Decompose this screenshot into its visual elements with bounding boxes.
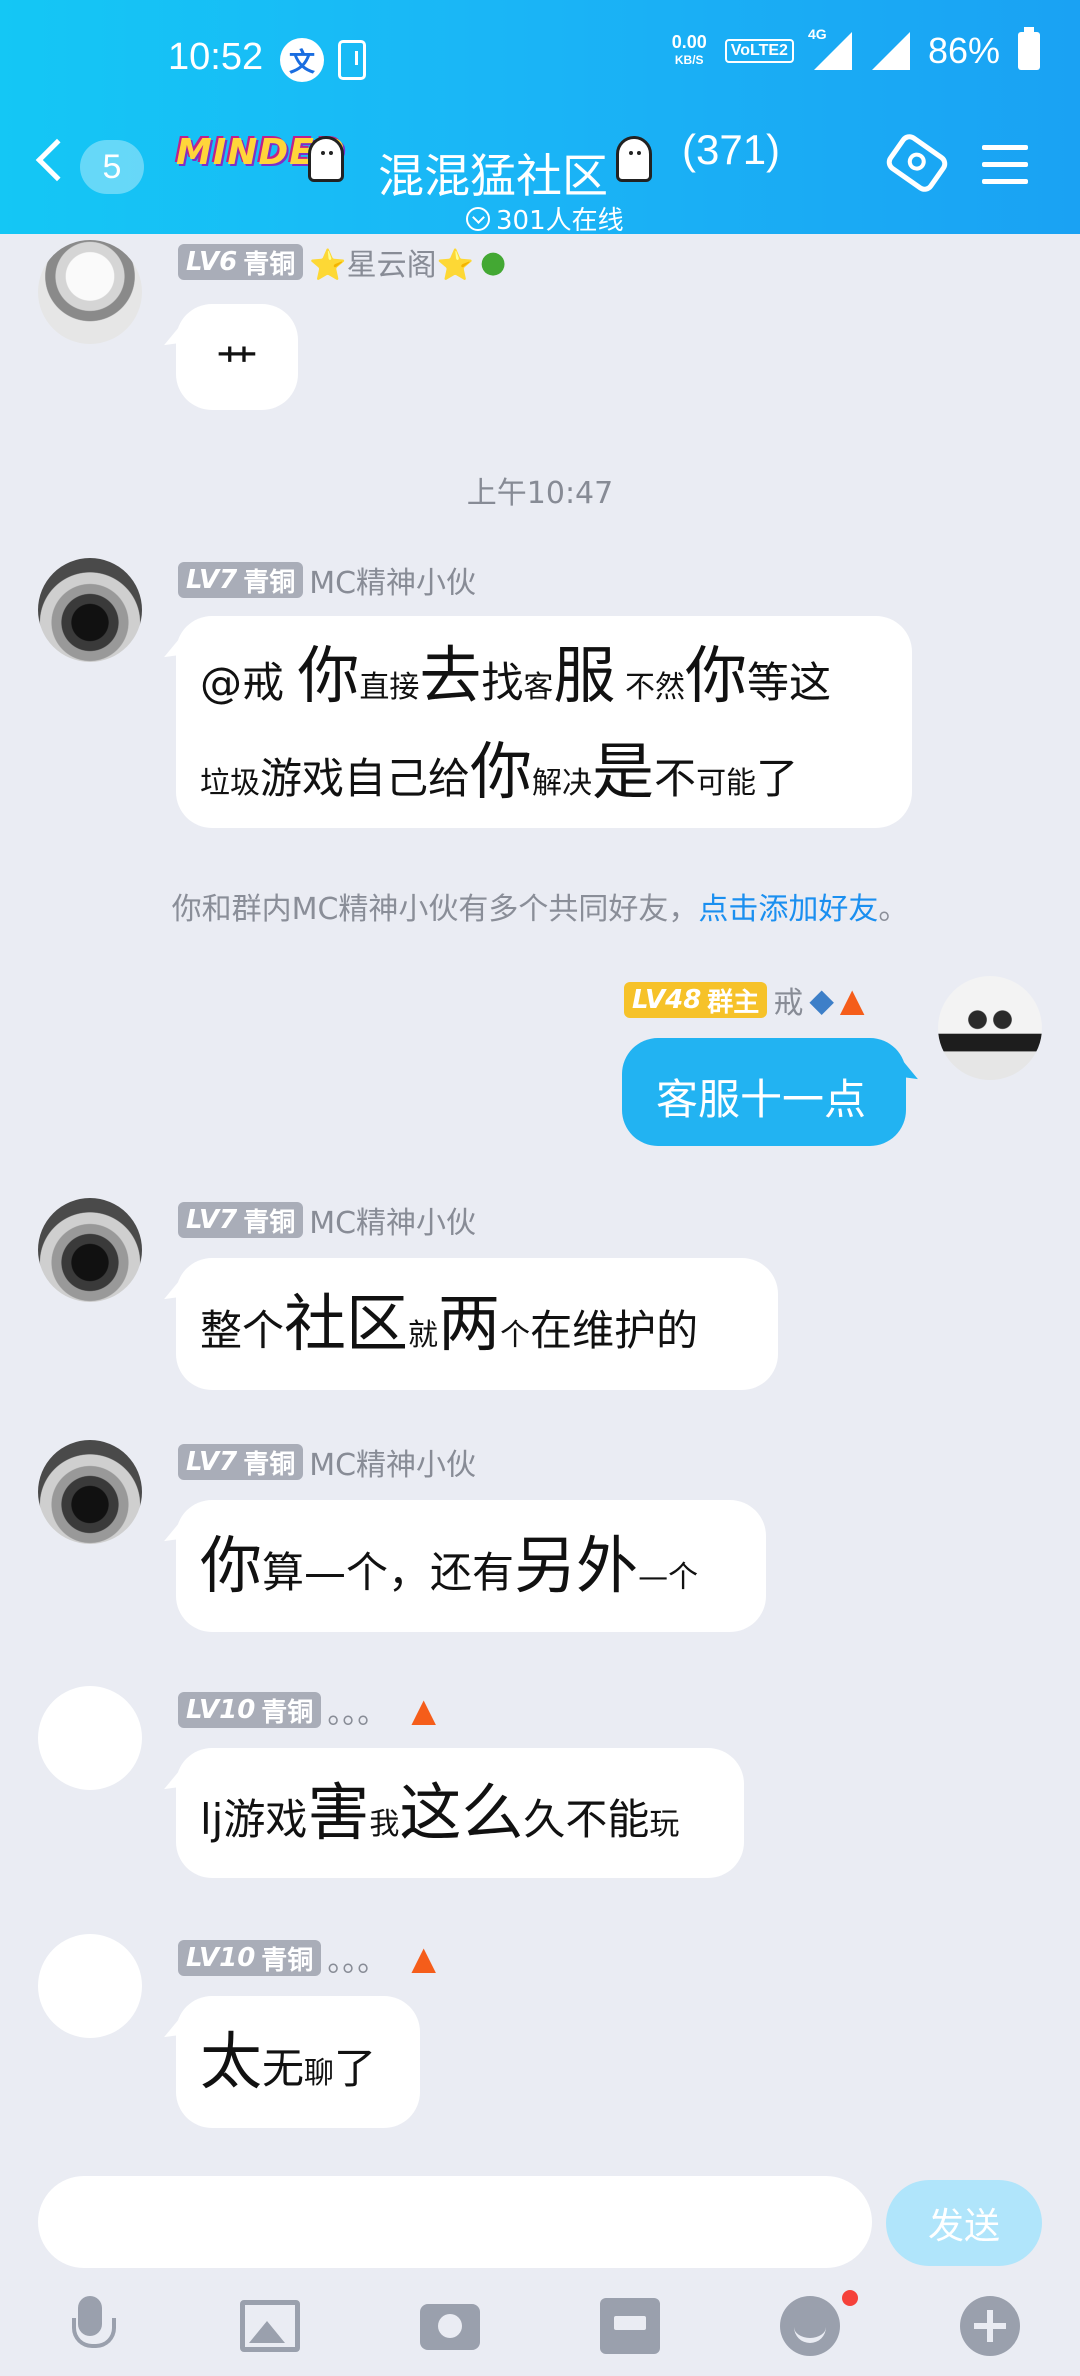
sender-name[interactable]: MC精神小伙 (309, 558, 476, 602)
avatar[interactable] (38, 1440, 142, 1544)
message-line: 垃圾游戏自己给你解决是不可能了 (200, 735, 799, 808)
signal-icon-2 (870, 32, 910, 70)
level-badge: LV7 青铜 (178, 562, 304, 598)
unread-badge[interactable]: 5 (80, 140, 144, 194)
online-count[interactable]: 301人在线 (466, 200, 624, 237)
netspeed-value: 0.00 (671, 32, 707, 52)
level-badge: LV48 群主 (624, 982, 768, 1018)
signal-icon: 4G (808, 26, 852, 70)
sender-meta: LV7 青铜 MC精神小伙 (178, 1440, 476, 1484)
fire-icon: ▲ (411, 1939, 436, 1977)
ghost-icon (308, 136, 344, 182)
battery-percent: 86% (927, 30, 1000, 71)
sender-meta: LV7 青铜 MC精神小伙 (178, 558, 476, 602)
sender-meta: LV10 青铜 。。。 ▲ (178, 1936, 436, 1980)
avatar[interactable] (38, 1934, 142, 2038)
sender-name[interactable]: MC精神小伙 (309, 1440, 476, 1484)
fire-icon: ▲ (839, 981, 865, 1019)
avatar[interactable] (38, 558, 142, 662)
message-bubble[interactable]: 艹 (176, 304, 299, 410)
sender-meta: LV10 青铜 。。。 ▲ (178, 1688, 436, 1732)
netspeed: 0.00 KB/S (672, 33, 707, 69)
network-type: 4G (807, 26, 827, 42)
message-bubble[interactable]: 客服十一点 (622, 1038, 906, 1146)
add-friend-link[interactable]: 点击添加好友 (698, 892, 878, 927)
tag-icon[interactable] (882, 130, 952, 196)
level-badge: LV10 青铜 (178, 1940, 322, 1976)
sender-meta: LV7 青铜 MC精神小伙 (178, 1198, 476, 1242)
member-count[interactable]: (371) (682, 126, 780, 174)
timestamp: 上午10:47 (466, 476, 614, 511)
netspeed-unit: KB/S (674, 53, 704, 67)
chevron-down-icon (466, 206, 490, 231)
avatar[interactable] (38, 240, 142, 344)
friend-notice: 你和群内MC精神小伙有多个共同好友，点击添加好友。 (171, 892, 909, 927)
avatar[interactable] (938, 976, 1042, 1080)
sender-name[interactable]: 戒 (773, 978, 803, 1022)
level-badge: LV7 青铜 (178, 1444, 304, 1480)
group-title[interactable]: 混混猛社区 (378, 140, 608, 206)
image-icon[interactable] (240, 2300, 300, 2352)
message-input[interactable] (38, 2176, 872, 2268)
camera-icon[interactable] (420, 2304, 480, 2350)
header: 10:52 文 0.00 KB/S VoLTE2 4G 86% 5 MINDED… (0, 0, 1080, 237)
message-bubble[interactable]: 太无聊了 (176, 1996, 420, 2128)
level-badge: LV7 青铜 (178, 1202, 304, 1238)
message-bubble[interactable]: 你算—个，还有另外—个 (176, 1500, 766, 1632)
send-button[interactable]: 发送 (886, 2180, 1042, 2266)
notification-dot (842, 2290, 858, 2306)
sender-meta: LV6 青铜 ⭐星云阁⭐ ● (178, 240, 506, 284)
back-icon[interactable] (35, 138, 79, 182)
level-badge: LV6 青铜 (178, 244, 304, 280)
level-badge: LV10 青铜 (178, 1692, 322, 1728)
plus-icon[interactable] (960, 2296, 1020, 2356)
gourd-icon: ● (479, 244, 507, 280)
app-notification-icon: 文 (280, 38, 324, 82)
volte-icon: VoLTE2 (724, 39, 794, 63)
status-time: 10:52 (168, 36, 264, 78)
emoji-icon[interactable] (780, 2296, 840, 2356)
mic-icon[interactable] (60, 2296, 120, 2356)
message-bubble[interactable]: 整个社区就两个在维护的 (176, 1258, 778, 1390)
sender-meta: LV48 群主 戒 ◆ ▲ (624, 978, 865, 1022)
status-icons: 文 (280, 38, 366, 82)
menu-icon[interactable] (982, 145, 1028, 185)
sender-name[interactable]: 。。。 (327, 1688, 387, 1732)
message-bubble[interactable]: @戒 你直接去找客服 不然你等这 垃圾游戏自己给你解决是不可能了 (176, 616, 912, 828)
input-toolbar (0, 2280, 1080, 2376)
online-label: 301人在线 (496, 206, 624, 236)
status-right: 0.00 KB/S VoLTE2 4G 86% (672, 26, 1040, 72)
sender-name[interactable]: 。。。 (327, 1936, 387, 1980)
sender-name[interactable]: ⭐星云阁⭐ (309, 240, 474, 284)
sender-name[interactable]: MC精神小伙 (309, 1198, 476, 1242)
ghost-icon-right (616, 136, 652, 182)
file-icon[interactable] (600, 2298, 660, 2354)
avatar[interactable] (38, 1198, 142, 1302)
message-line: @戒 你直接去找客服 不然你等这 (200, 639, 831, 712)
avatar[interactable] (38, 1686, 142, 1790)
download-icon (338, 40, 366, 80)
battery-icon (1018, 27, 1040, 70)
fire-icon: ▲ (411, 1691, 436, 1729)
dragon-icon: ◆ (809, 981, 834, 1019)
message-bubble[interactable]: lj游戏害我这么久不能玩 (176, 1748, 744, 1878)
